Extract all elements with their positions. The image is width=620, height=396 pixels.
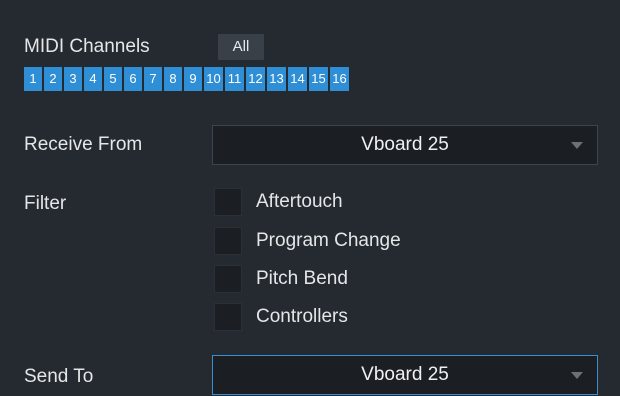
- dropdown-arrow-icon: [571, 372, 583, 379]
- channel-button-8[interactable]: 8: [164, 67, 182, 91]
- channel-button-7[interactable]: 7: [144, 67, 162, 91]
- channel-button-13[interactable]: 13: [267, 67, 286, 91]
- channel-selector: 1 2 3 4 5 6 7 8 9 10 11 12 13 14 15 16: [24, 67, 349, 91]
- channel-button-5[interactable]: 5: [104, 67, 122, 91]
- aftertouch-checkbox[interactable]: [214, 188, 242, 216]
- program-change-label: Program Change: [256, 230, 401, 251]
- send-to-dropdown[interactable]: Vboard 25: [212, 355, 598, 395]
- filter-option-program-change[interactable]: Program Change: [214, 225, 401, 257]
- program-change-checkbox[interactable]: [214, 227, 242, 255]
- dropdown-arrow-icon: [571, 142, 583, 149]
- channel-button-2[interactable]: 2: [44, 67, 62, 91]
- pitch-bend-label: Pitch Bend: [256, 268, 348, 289]
- midi-settings-panel: MIDI Channels All 1 2 3 4 5 6 7 8 9 10 1…: [0, 0, 620, 396]
- channel-button-16[interactable]: 16: [330, 67, 349, 91]
- send-to-label: Send To: [24, 366, 94, 387]
- channel-button-4[interactable]: 4: [84, 67, 102, 91]
- send-to-value: Vboard 25: [361, 364, 449, 385]
- aftertouch-label: Aftertouch: [256, 191, 343, 212]
- receive-from-dropdown[interactable]: Vboard 25: [212, 125, 598, 165]
- controllers-checkbox[interactable]: [214, 303, 242, 331]
- channel-button-14[interactable]: 14: [288, 67, 307, 91]
- channel-button-10[interactable]: 10: [204, 67, 223, 91]
- receive-from-label: Receive From: [24, 134, 143, 155]
- channel-button-1[interactable]: 1: [24, 67, 42, 91]
- receive-from-value: Vboard 25: [361, 134, 449, 155]
- midi-channels-label: MIDI Channels: [24, 36, 150, 57]
- channel-button-3[interactable]: 3: [64, 67, 82, 91]
- filter-option-pitch-bend[interactable]: Pitch Bend: [214, 263, 348, 295]
- channel-button-11[interactable]: 11: [225, 67, 244, 91]
- pitch-bend-checkbox[interactable]: [214, 265, 242, 293]
- filter-option-aftertouch[interactable]: Aftertouch: [214, 186, 343, 218]
- channel-button-12[interactable]: 12: [246, 67, 265, 91]
- channel-button-6[interactable]: 6: [124, 67, 142, 91]
- all-channels-button[interactable]: All: [218, 34, 264, 60]
- filter-label: Filter: [24, 193, 67, 214]
- channel-button-15[interactable]: 15: [309, 67, 328, 91]
- channel-button-9[interactable]: 9: [184, 67, 202, 91]
- filter-option-controllers[interactable]: Controllers: [214, 301, 348, 333]
- controllers-label: Controllers: [256, 306, 348, 327]
